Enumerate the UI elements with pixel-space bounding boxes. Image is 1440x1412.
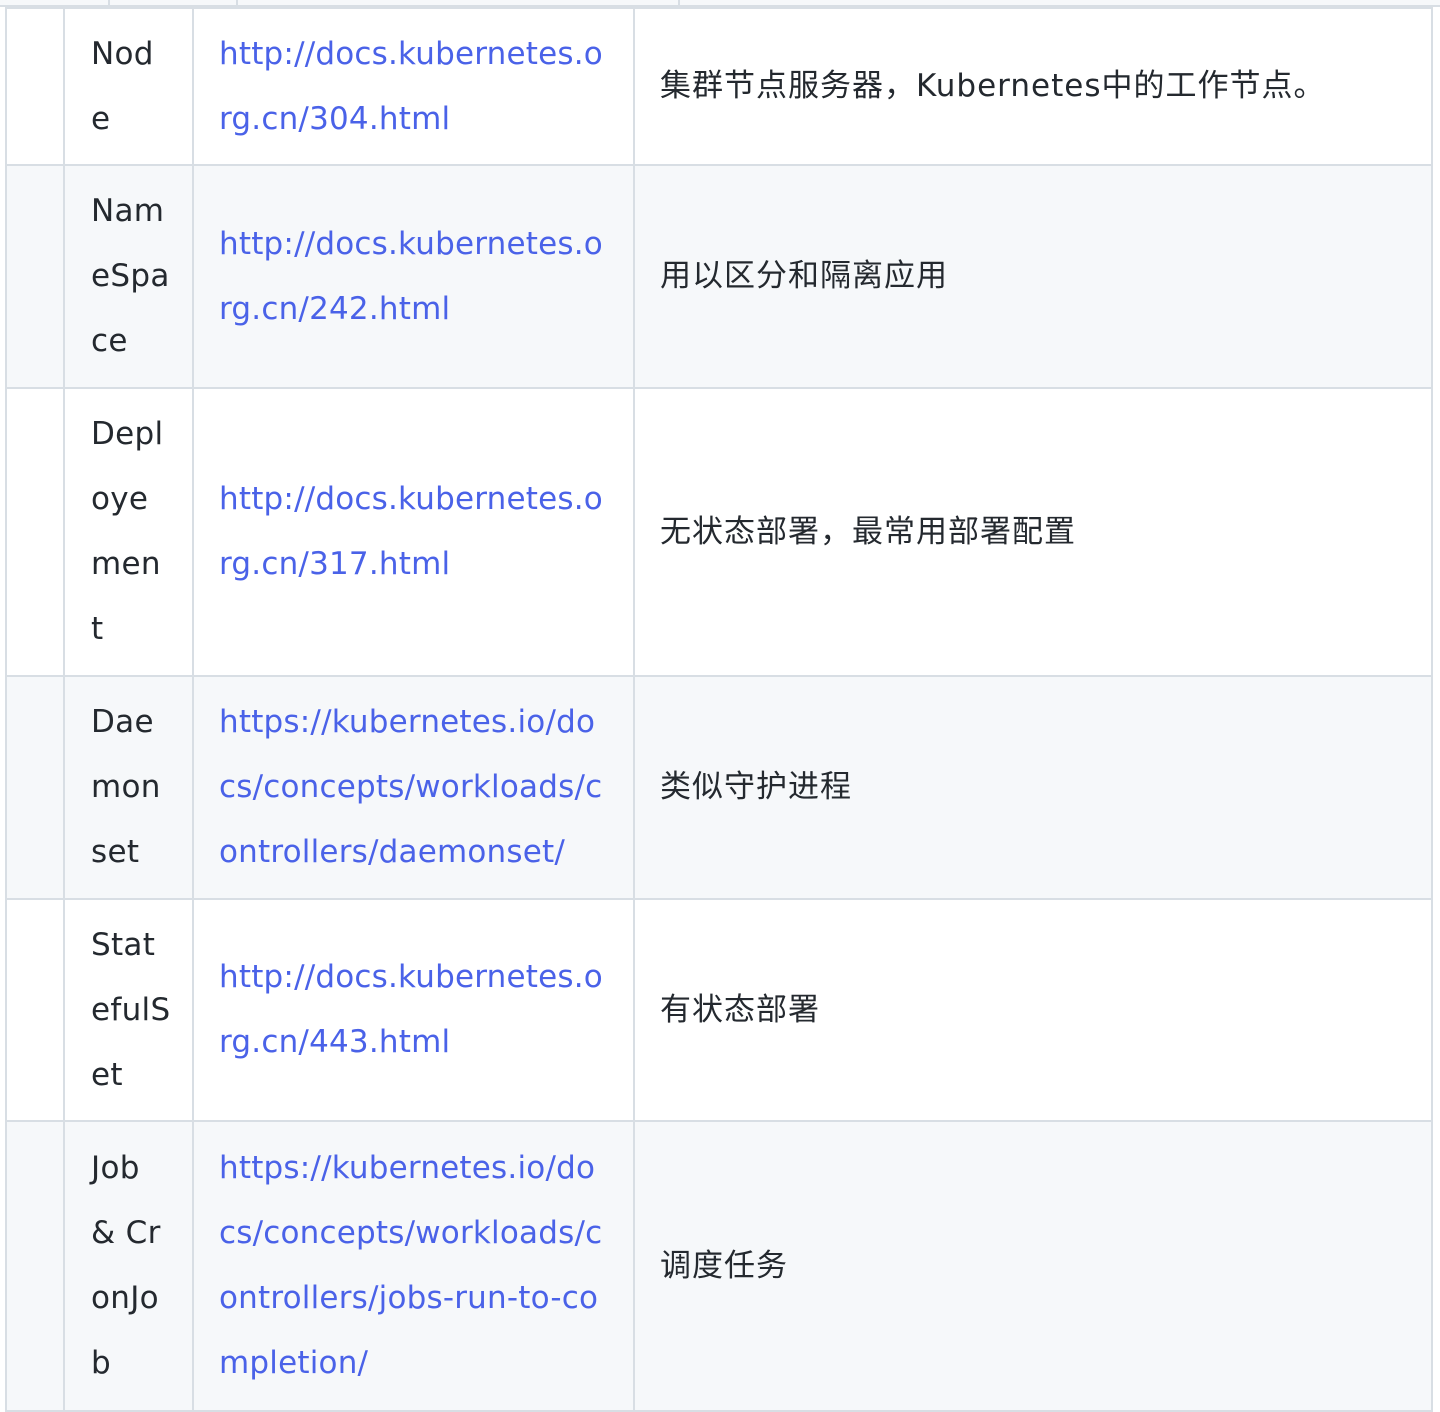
resource-description: 有状态部署: [633, 898, 1433, 1122]
table-cell-empty: [5, 7, 65, 166]
table-cell-empty: [5, 898, 65, 1122]
table-row: Daemonset https://kubernetes.io/docs/con…: [5, 675, 1433, 900]
resource-doc-link[interactable]: https://kubernetes.io/docs/concepts/work…: [219, 1150, 602, 1381]
resource-description: 调度任务: [633, 1120, 1433, 1412]
table-row: Job & CronJob https://kubernetes.io/docs…: [5, 1120, 1433, 1412]
table-row: Node http://docs.kubernetes.org.cn/304.h…: [5, 7, 1433, 166]
resource-doc-link[interactable]: http://docs.kubernetes.org.cn/242.html: [219, 226, 603, 327]
resource-name: Deployement: [63, 387, 194, 677]
resource-name: NameSpace: [63, 164, 194, 389]
table-row: StatefulSet http://docs.kubernetes.org.c…: [5, 898, 1433, 1122]
column-divider: [108, 0, 110, 7]
resource-doc-link[interactable]: https://kubernetes.io/docs/concepts/work…: [219, 704, 602, 870]
resource-name: StatefulSet: [63, 898, 194, 1122]
table-row: Deployement http://docs.kubernetes.org.c…: [5, 387, 1433, 677]
resource-doc-cell: http://docs.kubernetes.org.cn/443.html: [192, 898, 635, 1122]
column-divider: [678, 0, 680, 7]
resource-table: Node http://docs.kubernetes.org.cn/304.h…: [5, 7, 1433, 1412]
resource-doc-cell: http://docs.kubernetes.org.cn/317.html: [192, 387, 635, 677]
table-cell-empty: [5, 387, 65, 677]
resource-name: Daemonset: [63, 675, 194, 900]
resource-description: 类似守护进程: [633, 675, 1433, 900]
resource-doc-cell: http://docs.kubernetes.org.cn/242.html: [192, 164, 635, 389]
resource-name: Node: [63, 7, 194, 166]
resource-doc-link[interactable]: http://docs.kubernetes.org.cn/317.html: [219, 481, 603, 582]
resource-doc-cell: https://kubernetes.io/docs/concepts/work…: [192, 675, 635, 900]
resource-description: 无状态部署，最常用部署配置: [633, 387, 1433, 677]
table-row: NameSpace http://docs.kubernetes.org.cn/…: [5, 164, 1433, 389]
resource-doc-cell: https://kubernetes.io/docs/concepts/work…: [192, 1120, 635, 1412]
table-cell-empty: [5, 675, 65, 900]
resource-doc-link[interactable]: http://docs.kubernetes.org.cn/443.html: [219, 959, 603, 1060]
kubernetes-resources-table: Node http://docs.kubernetes.org.cn/304.h…: [5, 7, 1433, 1412]
table-cell-empty: [5, 1120, 65, 1412]
resource-name: Job & CronJob: [63, 1120, 194, 1412]
table-cell-empty: [5, 164, 65, 389]
resource-description: 用以区分和隔离应用: [633, 164, 1433, 389]
resource-doc-cell: http://docs.kubernetes.org.cn/304.html: [192, 7, 635, 166]
previous-row-edge: [0, 0, 1440, 7]
resource-description: 集群节点服务器，Kubernetes中的工作节点。: [633, 7, 1433, 166]
column-divider: [236, 0, 238, 7]
resource-doc-link[interactable]: http://docs.kubernetes.org.cn/304.html: [219, 36, 603, 137]
